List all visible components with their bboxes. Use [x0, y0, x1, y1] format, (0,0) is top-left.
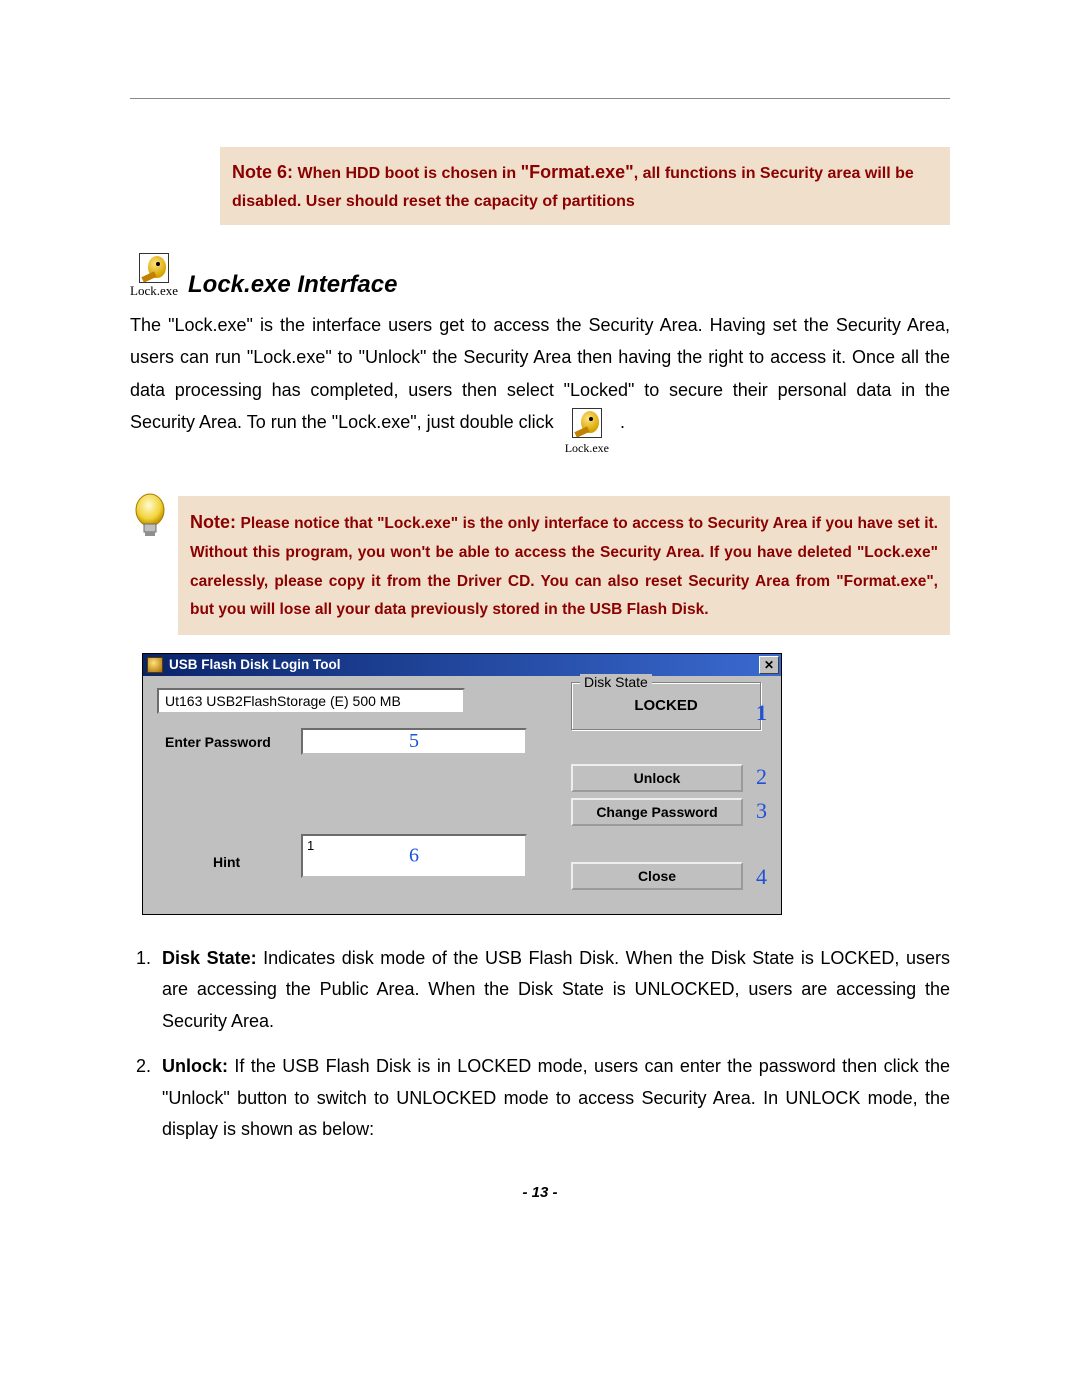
- lockexe-icon-caption: Lock.exe: [130, 283, 178, 299]
- device-info-field[interactable]: Ut163 USB2FlashStorage (E) 500 MB: [157, 688, 465, 714]
- change-password-button[interactable]: Change Password: [571, 798, 743, 826]
- enter-password-label: Enter Password: [165, 734, 271, 750]
- note6-box: Note 6: When HDD boot is chosen in "Form…: [220, 147, 950, 225]
- item1-body: Indicates disk mode of the USB Flash Dis…: [162, 948, 950, 1031]
- lockexe-icon-block: Lock.exe: [130, 253, 178, 299]
- close-button[interactable]: Close: [571, 862, 743, 890]
- titlebar-icon: [147, 657, 163, 673]
- page-number: - 13 -: [130, 1184, 950, 1201]
- intro-paragraph: The "Lock.exe" is the interface users ge…: [130, 309, 950, 458]
- intro-text-a: The "Lock.exe" is the interface users ge…: [130, 315, 950, 432]
- annotation-2: 2: [756, 764, 767, 790]
- note-lead: Note:: [190, 512, 236, 532]
- item2-term: Unlock:: [162, 1056, 228, 1076]
- password-annotation: 5: [409, 730, 419, 753]
- hint-annotation: 6: [303, 844, 525, 867]
- hint-field[interactable]: 1 6: [301, 834, 527, 878]
- note6-label: Note 6:: [232, 162, 293, 182]
- annotation-3: 3: [756, 798, 767, 824]
- inline-lockexe-caption: Lock.exe: [565, 438, 609, 460]
- login-dialog: USB Flash Disk Login Tool ✕ Ut163 USB2Fl…: [142, 653, 782, 915]
- item1-term: Disk State:: [162, 948, 257, 968]
- note6-text-a: When HDD boot is chosen in: [297, 165, 520, 182]
- dialog-titlebar: USB Flash Disk Login Tool ✕: [143, 654, 781, 676]
- inline-lockexe-icon-block: Lock.exe: [565, 408, 609, 460]
- section-heading-row: Lock.exe Lock.exe Interface: [130, 253, 950, 299]
- inline-lockexe-icon: [572, 408, 602, 438]
- header-rule: [130, 98, 950, 99]
- dialog-title: USB Flash Disk Login Tool: [169, 657, 341, 672]
- note6-format-exe: "Format.exe": [521, 162, 634, 182]
- item2-body: If the USB Flash Disk is in LOCKED mode,…: [162, 1056, 950, 1139]
- dialog-close-button[interactable]: ✕: [759, 656, 779, 674]
- description-list: Disk State: Indicates disk mode of the U…: [130, 943, 950, 1146]
- list-item: Disk State: Indicates disk mode of the U…: [156, 943, 950, 1038]
- password-input[interactable]: 5: [301, 728, 527, 755]
- close-icon: ✕: [764, 658, 774, 672]
- hint-label: Hint: [213, 854, 240, 870]
- unlock-button[interactable]: Unlock: [571, 764, 743, 792]
- lockexe-icon: [139, 253, 169, 283]
- annotation-4: 4: [756, 864, 767, 890]
- intro-text-b: .: [620, 412, 625, 432]
- disk-state-groupbox: Disk State LOCKED: [571, 682, 761, 730]
- document-page: Note 6: When HDD boot is chosen in "Form…: [0, 0, 1080, 1241]
- dialog-body: Ut163 USB2FlashStorage (E) 500 MB Enter …: [143, 676, 781, 914]
- list-item: Unlock: If the USB Flash Disk is in LOCK…: [156, 1051, 950, 1146]
- note-body: Please notice that "Lock.exe" is the onl…: [190, 515, 938, 619]
- note-box: Note: Please notice that "Lock.exe" is t…: [178, 496, 950, 635]
- disk-state-title: Disk State: [580, 674, 652, 690]
- annotation-1: 1: [756, 700, 767, 726]
- lightbulb-icon: [130, 492, 170, 549]
- section-heading: Lock.exe Interface: [188, 271, 397, 299]
- note-row: Note: Please notice that "Lock.exe" is t…: [130, 496, 950, 635]
